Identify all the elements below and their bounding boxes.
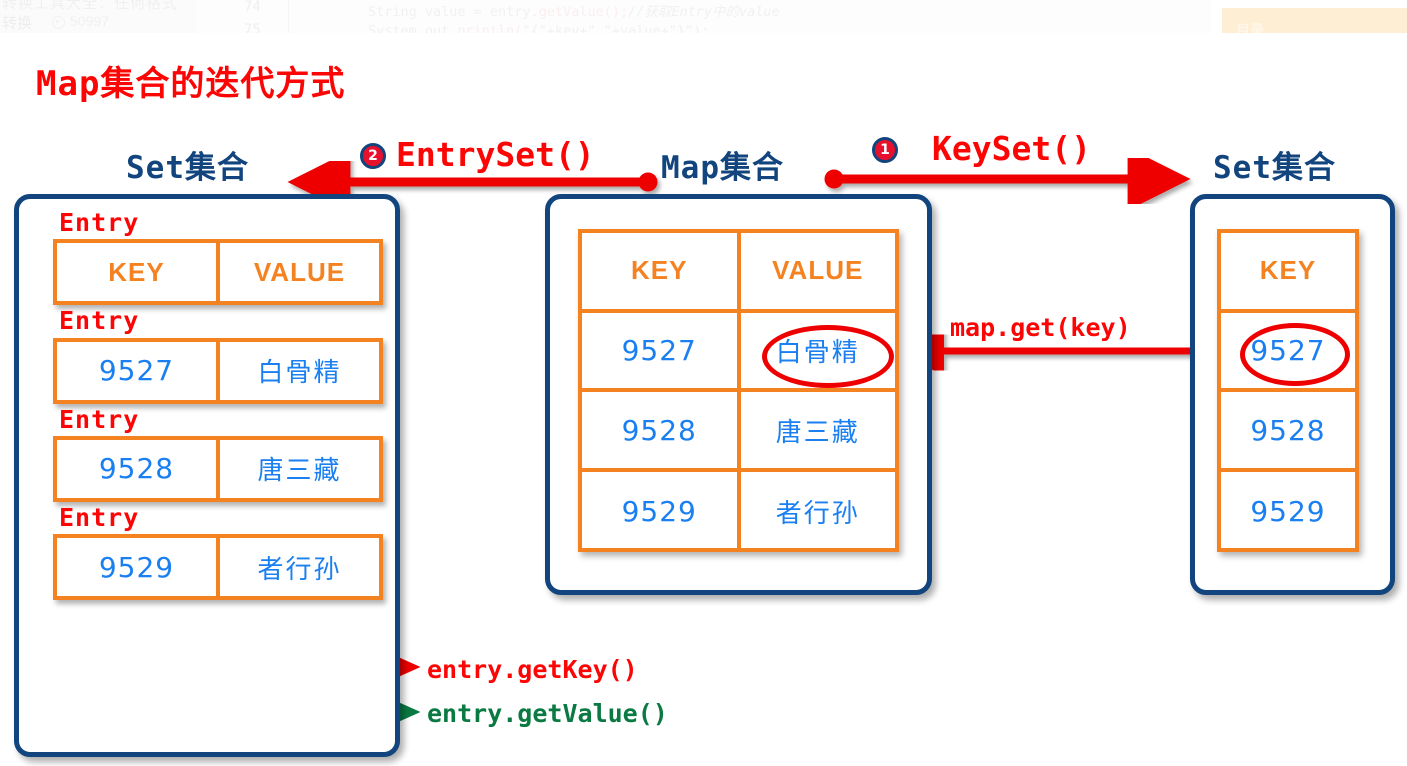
label-map-get: map.get(key) <box>950 313 1131 342</box>
map-header-value: VALUE <box>741 233 896 309</box>
code-comment: //获取Entry中的value <box>628 4 780 20</box>
entry-key-text: 9529 <box>98 550 175 584</box>
label-entry-get-value: entry.getValue() <box>427 699 668 728</box>
editor-code-line: System.out.println("{"+key+" "+value+"}"… <box>368 23 709 33</box>
entry-value-text: 唐三藏 <box>257 456 342 487</box>
entry-key-cell: 9529 <box>57 538 220 596</box>
label-keyset-method: KeySet() <box>932 129 1091 168</box>
arrow-entryset <box>287 150 658 214</box>
map-header-value-text: VALUE <box>772 255 864 286</box>
entry-caption: Entry <box>59 208 140 237</box>
map-header-row: KEY VALUE <box>582 233 895 313</box>
map-key-cell: 9528 <box>582 392 741 469</box>
entry-row: KEY VALUE <box>53 239 383 306</box>
editor-left-pane: 转换工具大全：任何格式 转换 50997 <box>0 0 196 33</box>
map-key-cell: 9529 <box>582 472 741 552</box>
label-set-left: Set集合 <box>126 150 249 186</box>
entry-value-cell: 白骨精 <box>220 342 379 400</box>
entry-group: Entry 9529 者行孙 <box>53 502 383 600</box>
code-plain: System.out. <box>368 23 458 33</box>
label-map: Map集合 <box>661 150 784 186</box>
code-plain: String value = entry. <box>368 4 539 20</box>
entry-row: 9529 者行孙 <box>53 534 383 600</box>
entry-key-cell: 9527 <box>57 341 220 400</box>
key-header-text: KEY <box>1259 255 1317 286</box>
map-header-key: KEY <box>582 233 741 309</box>
key-row: 9527 <box>1221 313 1355 393</box>
map-value-cell: 者行孙 <box>741 472 896 552</box>
map-table: KEY VALUE 9527 白骨精 9528 唐三藏 9529 者行孙 <box>578 229 899 552</box>
entry-caption: Entry <box>59 502 140 532</box>
label-entryset-method: EntrySet() <box>396 135 595 174</box>
key-table: KEY 9527 9528 9529 <box>1217 229 1359 552</box>
entry-value-text: 白骨精 <box>257 358 342 388</box>
panel-map: KEY VALUE 9527 白骨精 9528 唐三藏 9529 者行孙 <box>545 194 932 595</box>
entry-caption: Entry <box>59 404 140 434</box>
key-text: 9529 <box>1250 495 1326 529</box>
badge-step-2: 2 <box>360 143 386 169</box>
key-row: 9529 <box>1221 472 1355 552</box>
code-method: println( <box>457 23 523 33</box>
entry-list: Entry KEY VALUE Entry 9527 白骨精 Entry 952… <box>53 208 383 603</box>
map-value-text: 白骨精 <box>775 338 860 369</box>
view-count: 50997 <box>70 13 109 29</box>
map-value-cell: 白骨精 <box>741 313 896 389</box>
key-row: 9528 <box>1221 392 1355 473</box>
map-row: 9528 唐三藏 <box>582 392 896 473</box>
entry-value-text: 者行孙 <box>257 554 342 585</box>
map-row: 9529 者行孙 <box>582 472 895 552</box>
key-text: 9528 <box>1250 413 1326 447</box>
code-args: "{"+key+" "+value+"}"); <box>522 23 710 33</box>
label-entry-get-key: entry.getKey() <box>427 655 638 684</box>
map-key-text: 9527 <box>621 334 697 368</box>
entry-key-text: 9528 <box>98 452 175 486</box>
entry-key-text: KEY <box>108 256 165 287</box>
map-value-text: 唐三藏 <box>775 417 860 448</box>
map-header-key-text: KEY <box>631 255 688 286</box>
editor-line-number: 74 <box>244 0 261 15</box>
entry-value-cell: 者行孙 <box>220 538 379 596</box>
background-editor-strip: 转换工具大全：任何格式 转换 50997 74 String value = e… <box>0 0 1407 33</box>
label-set-right: Set集合 <box>1213 150 1336 186</box>
badge-step-1: 1 <box>872 137 898 163</box>
map-value-text: 者行孙 <box>775 499 860 530</box>
editor-left-pane-line2: 转换 <box>2 15 33 32</box>
key-text: 9527 <box>1250 334 1326 368</box>
toc-label: 目录 <box>1236 22 1264 33</box>
map-key-cell: 9527 <box>582 312 741 389</box>
map-key-text: 9529 <box>621 495 697 529</box>
eye-icon <box>52 16 65 29</box>
map-value-cell: 唐三藏 <box>741 392 896 468</box>
entry-key-text: 9527 <box>98 354 175 387</box>
entry-key-cell: KEY <box>57 243 220 302</box>
entry-group: Entry 9528 唐三藏 <box>53 404 383 502</box>
entry-key-cell: 9528 <box>57 439 220 498</box>
editor-code-line: String value = entry.getValue();//获取Entr… <box>368 0 780 20</box>
panel-entryset: Entry KEY VALUE Entry 9527 白骨精 Entry 952… <box>14 194 400 757</box>
entry-value-cell: VALUE <box>220 243 379 301</box>
entry-row: 9527 白骨精 <box>53 337 383 404</box>
entry-value-cell: 唐三藏 <box>220 440 379 498</box>
map-key-text: 9528 <box>621 413 697 447</box>
toc-panel[interactable]: 目录 <box>1222 8 1407 33</box>
entry-group: Entry 9527 白骨精 <box>53 306 383 404</box>
map-row: 9527 白骨精 <box>582 312 896 393</box>
editor-gutter-divider <box>288 0 289 33</box>
panel-keyset: KEY 9527 9528 9529 <box>1190 194 1395 595</box>
entry-row: 9528 唐三藏 <box>53 435 383 502</box>
code-method: getValue(); <box>538 4 629 20</box>
entry-caption: Entry <box>59 306 140 336</box>
page-title: Map集合的迭代方式 <box>36 64 346 104</box>
entry-value-text: VALUE <box>253 256 346 287</box>
editor-line-number: 75 <box>244 22 261 33</box>
key-header-row: KEY <box>1221 233 1355 313</box>
arrow-keyset <box>824 147 1191 211</box>
entry-group: Entry KEY VALUE <box>53 208 383 306</box>
